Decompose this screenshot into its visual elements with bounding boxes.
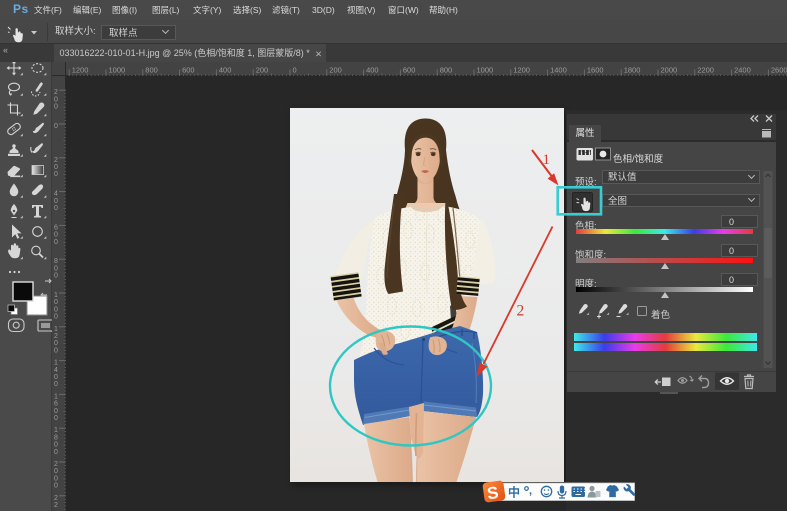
svg-text:2: 2 (517, 303, 525, 320)
svg-text:中: 中 (508, 485, 520, 500)
svg-text:1: 1 (543, 152, 551, 168)
svg-text:,: , (529, 485, 532, 497)
